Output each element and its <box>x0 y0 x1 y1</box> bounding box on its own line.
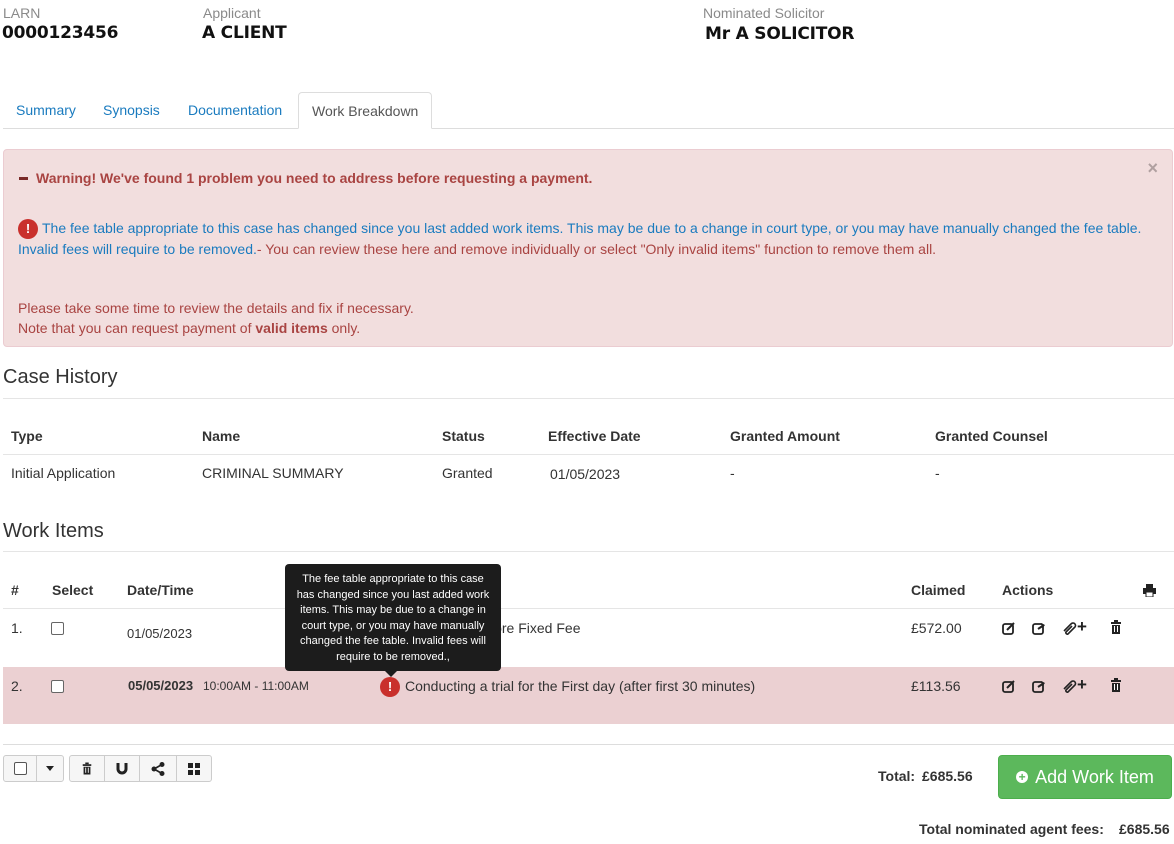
larn-value: 0000123456 <box>2 23 119 43</box>
select-all-button[interactable] <box>4 756 38 781</box>
tab-documentation[interactable]: Documentation <box>175 92 295 129</box>
alert-title-row[interactable]: Warning! We've found 1 problem you need … <box>19 170 592 186</box>
magnet-icon <box>116 763 128 775</box>
plus-circle-icon: + <box>1016 771 1029 783</box>
alert-message: ! The fee table appropriate to this case … <box>18 218 1148 259</box>
col-number: # <box>11 582 19 598</box>
select-dropdown-toggle[interactable] <box>37 756 63 781</box>
attach-icon[interactable] <box>1062 679 1078 693</box>
bulk-grid-button[interactable] <box>177 756 211 781</box>
row1-number: 1. <box>11 620 23 636</box>
alert-message-red: - You can review these here and remove i… <box>256 241 937 258</box>
col-granted-amount: Granted Amount <box>730 428 840 444</box>
col-select: Select <box>52 582 94 598</box>
row2-date: 05/05/2023 <box>128 678 194 693</box>
tab-work-breakdown[interactable]: Work Breakdown <box>298 92 433 129</box>
alert-title: Warning! We've found 1 problem you need … <box>36 170 593 186</box>
case-granted-amount: - <box>730 465 735 481</box>
caret-down-icon <box>46 766 55 771</box>
solicitor-value: Mr A SOLICITOR <box>705 24 855 44</box>
add-work-item-label: Add Work Item <box>1035 766 1154 787</box>
tooltip-arrow <box>385 671 397 677</box>
attach-icon[interactable] <box>1062 621 1078 635</box>
add-attachment-icon[interactable]: + <box>1077 675 1087 695</box>
work-items-bottom-divider <box>3 744 1174 745</box>
case-type: Initial Application <box>11 465 116 481</box>
trash-icon[interactable] <box>1109 620 1123 634</box>
checkbox-icon <box>13 762 27 775</box>
tab-summary[interactable]: Summary <box>3 92 89 129</box>
col-type: Type <box>11 428 43 444</box>
total-value: £685.56 <box>922 768 973 784</box>
case-history-header-divider <box>3 454 1174 455</box>
warning-alert: × Warning! We've found 1 problem you nee… <box>3 149 1173 347</box>
review-line2-post: only. <box>327 320 361 336</box>
col-status: Status <box>442 428 485 444</box>
larn-label: LARN <box>3 5 41 21</box>
invalid-fee-icon[interactable]: ! <box>380 677 400 697</box>
case-name: CRIMINAL SUMMARY <box>202 465 344 481</box>
bulk-delete-button[interactable] <box>70 756 105 781</box>
total-label: Total: <box>878 768 916 784</box>
applicant-label: Applicant <box>203 5 261 21</box>
case-effective-date: 01/05/2023 <box>550 466 621 482</box>
trash-icon[interactable] <box>1109 678 1123 692</box>
row1-date: 01/05/2023 <box>127 626 193 641</box>
work-items-divider <box>3 551 1174 552</box>
review-line2-bold: valid items <box>255 320 328 336</box>
alert-review-line1: Please take some time to review the deta… <box>18 300 414 316</box>
share-icon[interactable] <box>1032 621 1046 635</box>
row2-number: 2. <box>11 678 23 694</box>
work-items-header-divider <box>3 608 1174 609</box>
bulk-actions-group <box>69 755 212 782</box>
grid-icon <box>188 762 200 775</box>
col-datetime: Date/Time <box>127 582 194 598</box>
invalid-row-highlight <box>3 667 1174 724</box>
case-granted-counsel: - <box>935 465 940 481</box>
share-icon[interactable] <box>1032 679 1046 693</box>
bulk-share-button[interactable] <box>140 756 177 781</box>
nominated-fees-label: Total nominated agent fees: <box>919 821 1104 837</box>
case-history-divider <box>3 398 1174 399</box>
edit-icon[interactable] <box>1002 621 1016 635</box>
row2-claimed: £113.56 <box>911 678 961 694</box>
row2-time: 10:00AM - 11:00AM <box>203 679 309 693</box>
col-claimed: Claimed <box>911 582 966 598</box>
alert-review: Please take some time to review the deta… <box>18 298 414 338</box>
add-attachment-icon[interactable]: + <box>1077 617 1087 637</box>
work-items-heading: Work Items <box>3 520 104 542</box>
tab-synopsis[interactable]: Synopsis <box>90 92 173 129</box>
row2-description: Conducting a trial for the First day (af… <box>405 678 756 694</box>
row2-checkbox[interactable] <box>51 680 64 693</box>
close-icon[interactable]: × <box>1147 158 1158 179</box>
collapse-icon[interactable] <box>19 176 28 180</box>
col-effective-date: Effective Date <box>548 428 641 444</box>
col-name: Name <box>202 428 241 444</box>
case-status: Granted <box>442 465 493 481</box>
print-icon[interactable] <box>1143 584 1156 597</box>
select-dropdown-group <box>3 755 64 782</box>
col-actions: Actions <box>1002 582 1054 598</box>
row1-claimed: £572.00 <box>911 620 962 636</box>
alert-review-line2: Note that you can request payment of val… <box>18 318 414 338</box>
edit-icon[interactable] <box>1002 679 1016 693</box>
error-icon: ! <box>18 219 38 240</box>
share-nodes-icon <box>151 761 165 776</box>
nominated-fees-value: £685.56 <box>1119 821 1170 837</box>
solicitor-label: Nominated Solicitor <box>703 5 825 21</box>
case-history-heading: Case History <box>3 366 118 388</box>
applicant-value: A CLIENT <box>202 23 287 43</box>
add-work-item-button[interactable]: + Add Work Item <box>998 755 1172 799</box>
review-line2-pre: Note that you can request payment of <box>18 320 256 336</box>
bulk-magnet-button[interactable] <box>105 756 140 781</box>
invalid-fee-tooltip: The fee table appropriate to this case h… <box>285 564 501 671</box>
row1-checkbox[interactable] <box>51 622 64 635</box>
col-granted-counsel: Granted Counsel <box>935 428 1048 444</box>
trash-icon <box>82 762 92 775</box>
